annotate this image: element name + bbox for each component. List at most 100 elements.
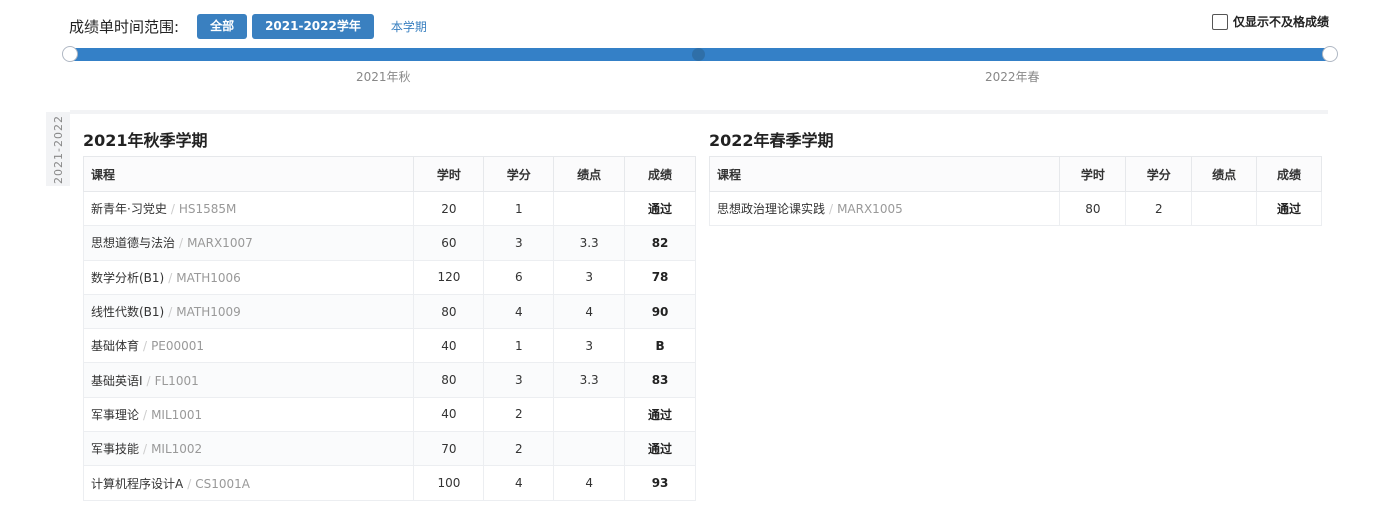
course-name: 线性代数(B1) bbox=[91, 305, 165, 320]
col-gpa: 绩点 bbox=[1191, 156, 1258, 192]
course-cell: 新青年·习党史 / HS1585M bbox=[82, 190, 415, 227]
score-cell: 83 bbox=[624, 362, 696, 398]
year-tab-label: 2021-2022 bbox=[51, 114, 65, 184]
spring-table-body: 思想政治理论课实践 / MARX1005 80 2 通过 bbox=[708, 190, 1322, 227]
course-separator: / bbox=[143, 442, 148, 457]
course-code: MARX1007 bbox=[187, 236, 253, 251]
credit-cell: 4 bbox=[483, 293, 555, 330]
hours-cell: 70 bbox=[413, 431, 485, 467]
col-credit: 学分 bbox=[483, 156, 555, 192]
slider-end-handle[interactable] bbox=[1322, 46, 1338, 62]
course-separator: / bbox=[146, 373, 151, 388]
course-code: MATH1009 bbox=[176, 305, 241, 320]
course-code: MIL1002 bbox=[151, 442, 203, 457]
course-separator: / bbox=[170, 202, 175, 217]
col-gpa: 绩点 bbox=[553, 156, 626, 192]
table-row: 思想道德与法治 / MARX1007 60 3 3.3 82 bbox=[82, 225, 696, 261]
hours-cell: 80 bbox=[413, 293, 485, 330]
score-cell: 90 bbox=[624, 293, 696, 330]
hours-cell: 40 bbox=[413, 396, 485, 433]
course-cell: 计算机程序设计A / CS1001A bbox=[82, 465, 415, 501]
course-code: PE00001 bbox=[151, 339, 205, 354]
course-cell: 数学分析(B1) / MATH1006 bbox=[82, 259, 415, 295]
course-code: CS1001A bbox=[195, 476, 251, 491]
credit-cell: 2 bbox=[483, 396, 555, 433]
table-row: 军事技能 / MIL1002 70 2 通过 bbox=[82, 431, 696, 467]
table-header-row: 课程 学时 学分 绩点 成绩 bbox=[708, 156, 1322, 192]
col-course: 课程 bbox=[708, 156, 1061, 192]
course-separator: / bbox=[187, 476, 192, 491]
time-range-bar: 成绩单时间范围: 全部 2021-2022学年 本学期 bbox=[69, 12, 427, 40]
table-row: 新青年·习党史 / HS1585M 20 1 通过 bbox=[82, 190, 696, 227]
table-row: 基础英语I / FL1001 80 3 3.3 83 bbox=[82, 362, 696, 398]
year-button[interactable]: 2021-2022学年 bbox=[252, 13, 374, 39]
gpa-cell: 3 bbox=[553, 259, 626, 295]
score-cell: 78 bbox=[624, 259, 696, 295]
gpa-cell: 4 bbox=[553, 293, 626, 330]
course-separator: / bbox=[168, 270, 173, 285]
gpa-cell: 3.3 bbox=[553, 225, 626, 261]
col-hours: 学时 bbox=[1059, 156, 1127, 192]
table-row: 思想政治理论课实践 / MARX1005 80 2 通过 bbox=[708, 190, 1322, 227]
course-code: MIL1001 bbox=[151, 407, 203, 422]
course-cell: 军事理论 / MIL1001 bbox=[82, 396, 415, 433]
credit-cell: 2 bbox=[483, 431, 555, 467]
score-cell: 通过 bbox=[624, 431, 696, 467]
tick-autumn: 2021年秋 bbox=[356, 70, 411, 84]
all-button[interactable]: 全部 bbox=[197, 13, 248, 39]
this-semester-link[interactable]: 本学期 bbox=[391, 18, 427, 35]
course-separator: / bbox=[829, 202, 834, 217]
slider-start-handle[interactable] bbox=[62, 46, 78, 62]
credit-cell: 4 bbox=[483, 465, 555, 501]
table-header-row: 课程 学时 学分 绩点 成绩 bbox=[82, 156, 696, 192]
credit-cell: 1 bbox=[483, 190, 555, 227]
course-code: HS1585M bbox=[178, 202, 237, 217]
col-hours: 学时 bbox=[413, 156, 485, 192]
spring-semester-title: 2022年春季学期 bbox=[709, 131, 834, 150]
score-cell: 82 bbox=[624, 225, 696, 261]
course-name: 军事技能 bbox=[91, 442, 140, 457]
course-cell: 基础英语I / FL1001 bbox=[82, 362, 415, 398]
gpa-cell bbox=[553, 396, 626, 433]
hours-cell: 60 bbox=[413, 225, 485, 261]
table-row: 基础体育 / PE00001 40 1 3 B bbox=[82, 328, 696, 364]
year-tab[interactable]: 2021-2022 bbox=[46, 112, 70, 186]
hours-cell: 120 bbox=[413, 259, 485, 295]
gpa-cell bbox=[553, 431, 626, 467]
col-score: 成绩 bbox=[624, 156, 696, 192]
table-row: 数学分析(B1) / MATH1006 120 6 3 78 bbox=[82, 259, 696, 295]
spring-grades-table: 课程 学时 学分 绩点 成绩 思想政治理论课实践 / MARX1005 80 2 通过 bbox=[708, 156, 1322, 227]
fail-only-checkbox[interactable] bbox=[1211, 13, 1228, 30]
hours-cell: 20 bbox=[413, 190, 485, 227]
gpa-cell: 3 bbox=[553, 328, 626, 364]
gpa-cell bbox=[1191, 190, 1258, 227]
course-cell: 思想道德与法治 / MARX1007 bbox=[82, 225, 415, 261]
semester-range-slider[interactable] bbox=[62, 46, 1338, 62]
course-separator: / bbox=[168, 305, 173, 320]
course-name: 基础体育 bbox=[91, 339, 140, 354]
section-divider bbox=[70, 110, 1328, 114]
credit-cell: 3 bbox=[483, 225, 555, 261]
course-cell: 军事技能 / MIL1002 bbox=[82, 431, 415, 467]
table-row: 线性代数(B1) / MATH1009 80 4 4 90 bbox=[82, 293, 696, 330]
credit-cell: 2 bbox=[1125, 190, 1193, 227]
score-cell: 93 bbox=[624, 465, 696, 501]
score-cell: 通过 bbox=[624, 396, 696, 433]
fail-only-toggle[interactable]: 仅显示不及格成绩 bbox=[1211, 13, 1329, 30]
score-cell: B bbox=[624, 328, 696, 364]
autumn-semester-title: 2021年秋季学期 bbox=[83, 131, 208, 150]
credit-cell: 3 bbox=[483, 362, 555, 398]
course-name: 计算机程序设计A bbox=[91, 476, 184, 491]
col-score: 成绩 bbox=[1256, 156, 1322, 192]
course-separator: / bbox=[143, 339, 148, 354]
course-name: 数学分析(B1) bbox=[91, 270, 165, 285]
range-label: 成绩单时间范围: bbox=[69, 17, 180, 36]
credit-cell: 6 bbox=[483, 259, 555, 295]
col-credit: 学分 bbox=[1125, 156, 1193, 192]
gpa-cell bbox=[553, 190, 626, 227]
course-name: 新青年·习党史 bbox=[91, 202, 167, 217]
hours-cell: 80 bbox=[413, 362, 485, 398]
autumn-table-body: 新青年·习党史 / HS1585M 20 1 通过 思想道德与法治 / MARX1007 60 3 3… bbox=[82, 190, 696, 501]
hours-cell: 100 bbox=[413, 465, 485, 501]
course-cell: 线性代数(B1) / MATH1009 bbox=[82, 293, 415, 330]
